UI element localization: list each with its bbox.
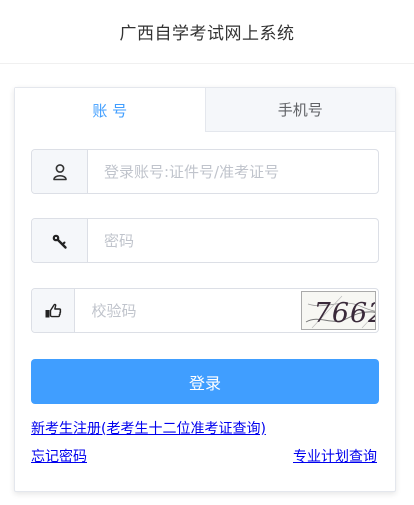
captcha-field: 7662 <box>31 288 379 333</box>
page-header: 广西自学考试网上系统 <box>0 0 414 64</box>
forgot-password-link[interactable]: 忘记密码 <box>31 446 87 466</box>
login-tabs: 账 号 手机号 <box>15 88 395 132</box>
captcha-text: 7662 <box>314 298 376 329</box>
key-icon <box>32 219 88 262</box>
account-field <box>31 149 379 194</box>
login-card: 账 号 手机号 登录账号:证件号/准考证号 校验码 766 登录 新考生注册(老… <box>14 87 396 492</box>
page-title: 广西自学考试网上系统 <box>119 24 295 44</box>
captcha-input[interactable] <box>75 289 302 332</box>
login-button[interactable]: 登录 <box>31 359 379 404</box>
captcha-image[interactable]: 7662 <box>301 291 376 330</box>
account-input[interactable] <box>88 150 378 193</box>
password-input[interactable] <box>88 219 378 262</box>
tab-account[interactable]: 账 号 <box>15 88 205 132</box>
hand-pointing-icon <box>32 289 76 332</box>
tab-phone[interactable]: 手机号 <box>204 88 395 132</box>
register-link[interactable]: 新考生注册(老考生十二位准考证查询) <box>31 418 266 438</box>
user-icon <box>32 150 88 193</box>
password-field <box>31 218 379 263</box>
major-plan-link[interactable]: 专业计划查询 <box>293 446 377 466</box>
